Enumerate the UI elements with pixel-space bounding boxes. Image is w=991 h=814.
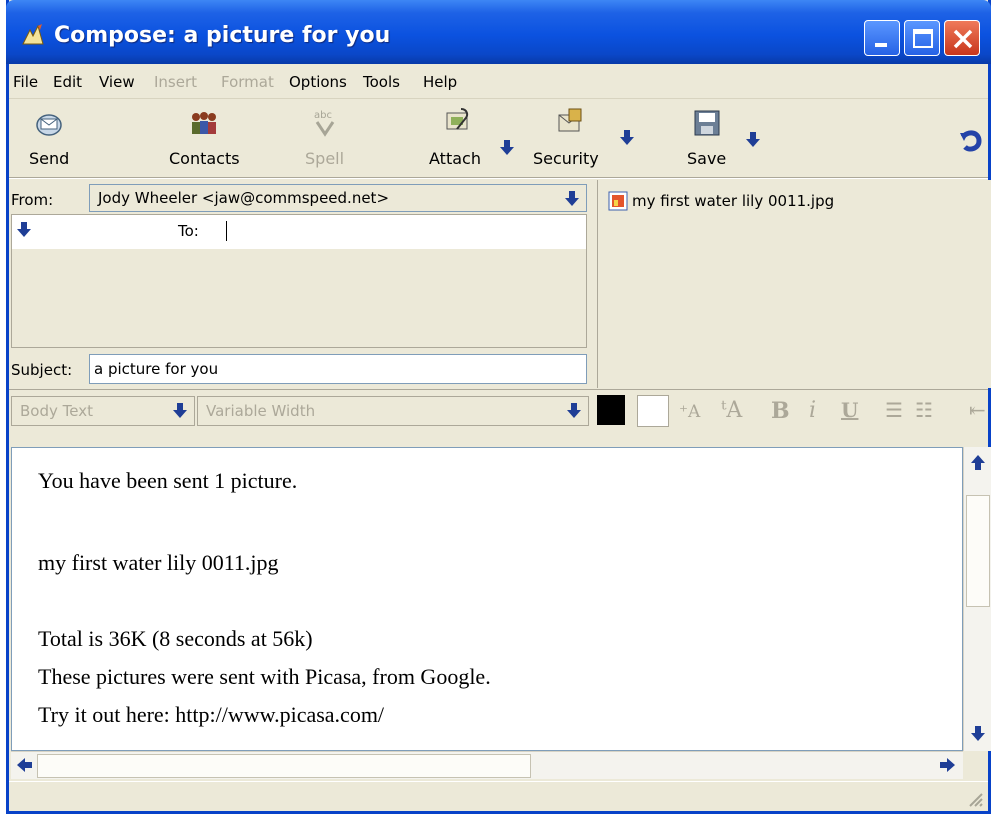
security-button[interactable]: Security	[519, 99, 617, 175]
text-color-swatch[interactable]	[597, 395, 625, 425]
horizontal-scrollbar[interactable]	[11, 751, 963, 779]
compose-window: Compose: a picture for you File Edit Vie…	[6, 0, 991, 814]
contacts-icon	[192, 112, 216, 134]
attach-icon	[446, 108, 469, 130]
attach-button[interactable]: Attach	[419, 99, 497, 175]
svg-text:abc: abc	[314, 110, 332, 121]
close-button[interactable]	[944, 20, 980, 56]
main-toolbar: Send Contacts abc Spell Attach Security …	[9, 99, 988, 177]
body-line: my first water lily 0011.jpg	[38, 550, 279, 575]
text-caret	[226, 221, 227, 241]
larger-font-icon: ᵗA	[721, 398, 743, 423]
security-icon	[558, 108, 582, 132]
security-label: Security	[533, 149, 599, 168]
chevron-down-icon	[173, 403, 187, 418]
title-bar[interactable]: Compose: a picture for you	[6, 0, 991, 64]
to-label: To:	[178, 222, 199, 240]
from-select[interactable]: Jody Wheeler <jaw@commspeed.net>	[89, 184, 587, 212]
underline-icon: U	[841, 398, 859, 422]
menu-format: Format	[221, 73, 274, 91]
maximize-button[interactable]	[904, 20, 940, 56]
menu-file[interactable]: File	[13, 73, 38, 91]
numbered-list-icon: ☷	[915, 398, 933, 422]
minimize-icon	[875, 43, 887, 47]
outdent-icon: ⇤	[969, 398, 986, 422]
scroll-up-icon[interactable]	[970, 453, 986, 471]
subject-input[interactable]	[89, 354, 587, 384]
scroll-right-icon[interactable]	[939, 757, 957, 773]
attachment-item[interactable]: my first water lily 0011.jpg	[608, 191, 834, 211]
send-label: Send	[29, 149, 70, 168]
scroll-down-icon[interactable]	[970, 725, 986, 743]
horizontal-scroll-thumb[interactable]	[37, 754, 531, 778]
body-line: Try it out here: http://www.picasa.com/	[38, 702, 385, 727]
menu-options[interactable]: Options	[289, 73, 347, 91]
chevron-down-icon	[567, 403, 581, 418]
subject-label: Subject:	[11, 361, 73, 379]
attachment-pane: my first water lily 0011.jpg	[597, 180, 991, 388]
maximize-icon	[913, 29, 933, 48]
menu-edit[interactable]: Edit	[53, 73, 82, 91]
attach-dropdown-arrow-icon[interactable]	[499, 139, 515, 157]
chevron-down-icon	[565, 191, 579, 206]
background-color-swatch[interactable]	[637, 395, 669, 427]
send-button[interactable]: Send	[9, 99, 89, 175]
image-file-icon	[608, 191, 628, 211]
paragraph-style-value: Body Text	[20, 402, 93, 420]
throbber-icon[interactable]	[957, 129, 983, 155]
recipient-row[interactable]: To:	[12, 215, 586, 249]
compose-app-icon	[22, 24, 44, 45]
save-button[interactable]: Save	[679, 99, 739, 175]
attachment-name: my first water lily 0011.jpg	[632, 192, 835, 210]
address-type-dropdown-icon[interactable]	[16, 221, 32, 239]
to-input[interactable]	[212, 219, 576, 247]
bold-icon: B	[771, 398, 790, 424]
body-line: You have been sent 1 picture.	[38, 468, 298, 493]
body-line: These pictures were sent with Picasa, fr…	[38, 664, 491, 689]
from-value: Jody Wheeler <jaw@commspeed.net>	[98, 189, 390, 207]
font-value: Variable Width	[206, 402, 316, 420]
save-label: Save	[687, 149, 727, 168]
spell-label: Spell	[305, 149, 345, 168]
vertical-scroll-thumb[interactable]	[966, 495, 990, 607]
save-icon	[694, 110, 720, 136]
from-label: From:	[11, 191, 54, 209]
menu-view[interactable]: View	[99, 73, 135, 91]
vertical-scrollbar[interactable]	[963, 447, 991, 751]
spell-icon: abc	[314, 110, 335, 137]
send-icon	[36, 114, 62, 136]
menu-help[interactable]: Help	[423, 73, 457, 91]
minimize-button[interactable]	[864, 20, 900, 56]
paragraph-style-select: Body Text	[11, 396, 195, 426]
recipients-list: To:	[11, 214, 587, 348]
scroll-left-icon[interactable]	[15, 757, 33, 773]
contacts-button[interactable]: Contacts	[147, 99, 257, 175]
window-title: Compose: a picture for you	[54, 23, 391, 48]
menu-tools[interactable]: Tools	[363, 73, 400, 91]
spell-button: abc Spell	[291, 99, 361, 175]
attach-label: Attach	[429, 149, 481, 168]
format-toolbar: Body Text Variable Width ⁺A ᵗA B i U ☰ ☷…	[9, 389, 988, 446]
bullet-list-icon: ☰	[885, 398, 903, 422]
body-line: Total is 36K (8 seconds at 56k)	[38, 626, 313, 651]
menu-insert: Insert	[154, 73, 198, 91]
menu-bar: File Edit View Insert Format Options Too…	[9, 64, 988, 99]
message-body[interactable]: You have been sent 1 picture. my first w…	[11, 447, 963, 751]
save-dropdown-arrow-icon[interactable]	[745, 131, 761, 149]
status-bar	[9, 781, 988, 812]
font-select: Variable Width	[197, 396, 589, 426]
toolbar-separator	[9, 177, 988, 179]
security-dropdown-arrow-icon[interactable]	[619, 129, 635, 147]
close-icon	[953, 29, 973, 49]
smaller-font-icon: ⁺A	[679, 402, 701, 422]
resize-grip-icon[interactable]	[966, 790, 984, 808]
italic-icon: i	[809, 398, 817, 423]
contacts-label: Contacts	[169, 149, 240, 168]
